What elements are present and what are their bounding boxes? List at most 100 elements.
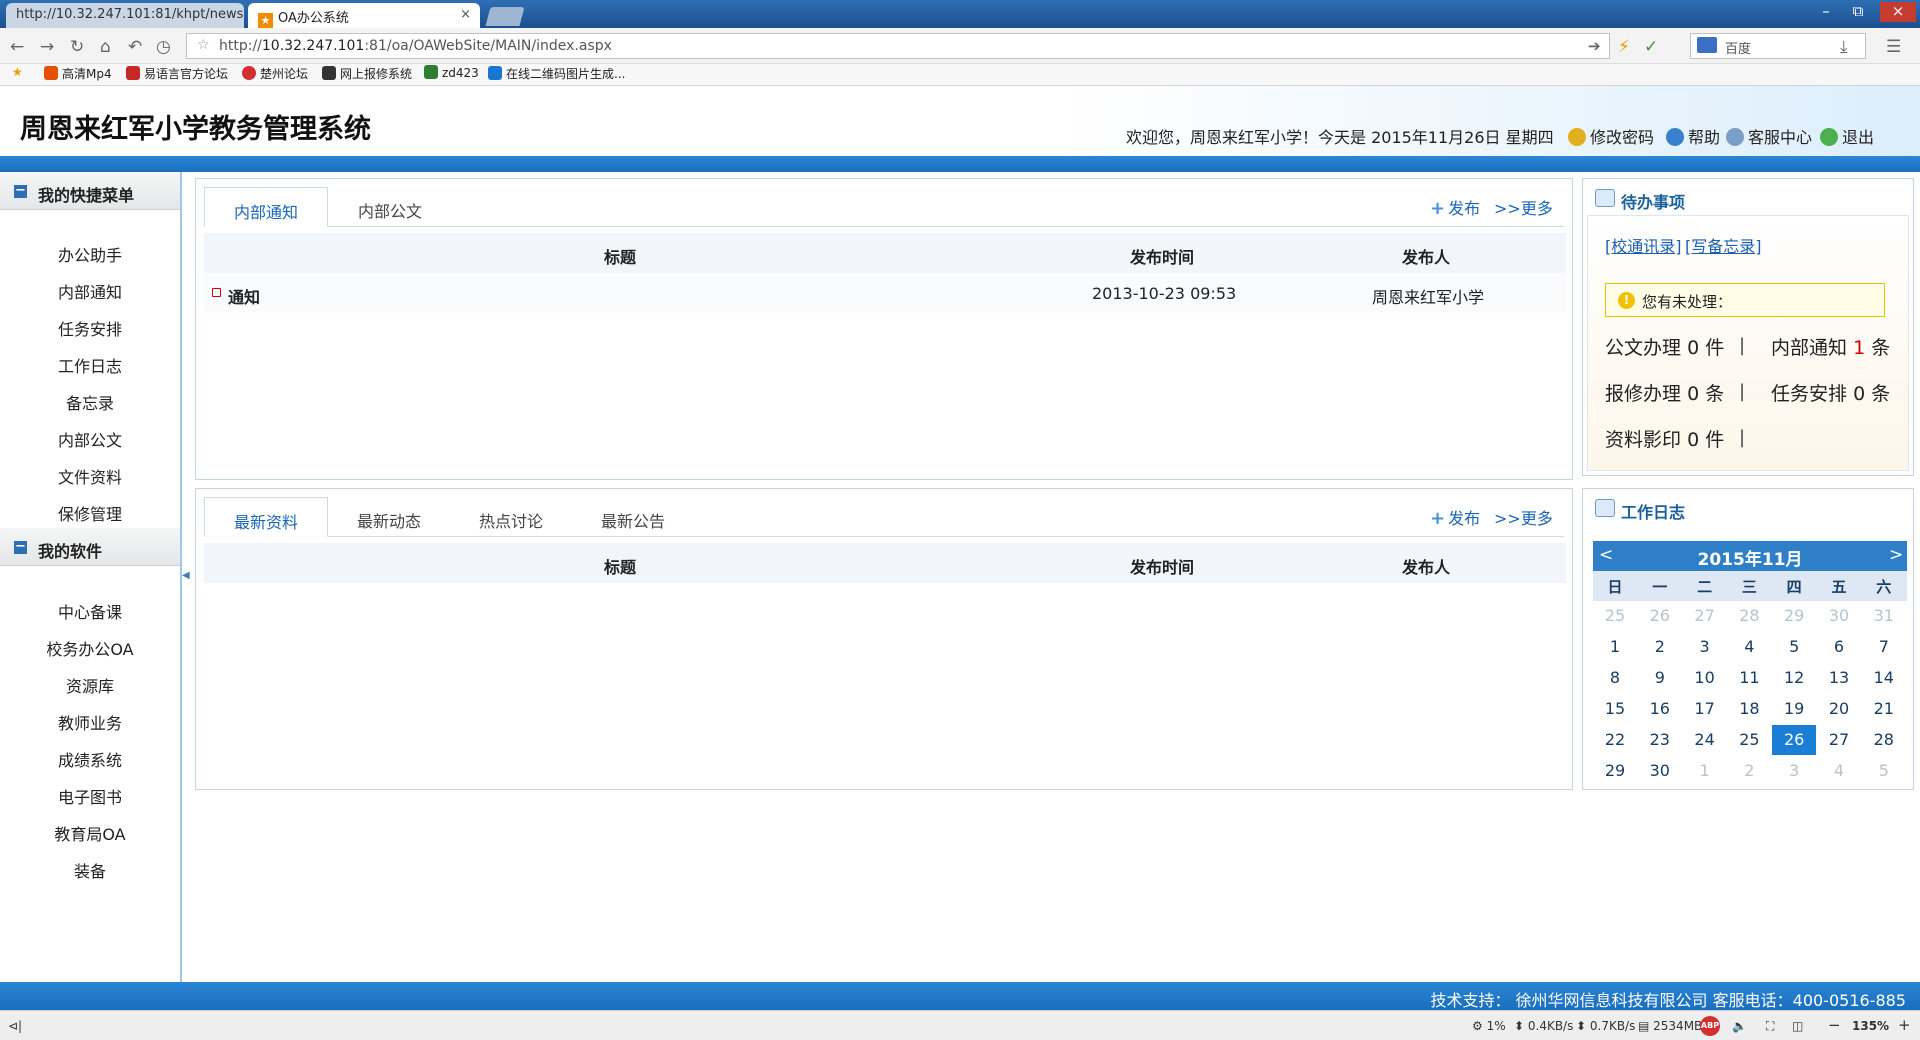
go-icon[interactable]: ➔ xyxy=(1588,37,1601,55)
minimize-icon[interactable]: – xyxy=(1812,2,1840,22)
calendar-day[interactable]: 11 xyxy=(1727,663,1771,693)
back-icon[interactable]: ← xyxy=(10,37,24,57)
my-software-header[interactable]: − 我的软件 xyxy=(0,528,180,566)
calendar-day[interactable]: 29 xyxy=(1593,756,1637,786)
calendar-day[interactable]: 22 xyxy=(1593,725,1637,755)
stat-notice[interactable]: 内部通知 1 条 xyxy=(1771,333,1890,360)
bookmark-item[interactable]: 楚州论坛 xyxy=(242,65,308,82)
calendar-day[interactable]: 5 xyxy=(1862,756,1906,786)
calendar-day[interactable]: 20 xyxy=(1817,694,1861,724)
change-password-link[interactable]: 修改密码 xyxy=(1568,124,1654,148)
calendar-day[interactable]: 28 xyxy=(1727,601,1771,631)
calendar-day[interactable]: 31 xyxy=(1862,601,1906,631)
calendar-day[interactable]: 7 xyxy=(1862,632,1906,662)
tab-latest-news[interactable]: 最新动态 xyxy=(328,497,450,537)
adblock-icon[interactable]: ABP xyxy=(1700,1016,1720,1036)
calendar-day[interactable]: 4 xyxy=(1727,632,1771,662)
calendar-day[interactable]: 24 xyxy=(1683,725,1727,755)
calendar-day[interactable]: 27 xyxy=(1817,725,1861,755)
calendar-day[interactable]: 16 xyxy=(1638,694,1682,724)
quick-menu-item[interactable]: 保修管理 xyxy=(0,501,180,525)
history-icon[interactable]: ◷ xyxy=(156,37,171,57)
browser-tab-2[interactable]: ★ OA办公系统 × xyxy=(248,3,480,28)
publish-button[interactable]: + 发布 xyxy=(1430,505,1480,529)
home-icon[interactable]: ⌂ xyxy=(100,37,111,57)
calendar-day[interactable]: 6 xyxy=(1817,632,1861,662)
calendar-day[interactable]: 1 xyxy=(1683,756,1727,786)
software-item[interactable]: 成绩系统 xyxy=(0,747,180,771)
bookmark-item[interactable]: 在线二维码图片生成... xyxy=(488,65,625,82)
table-row[interactable]: 通知 2013-10-23 09:53 周恩来红军小学 xyxy=(204,273,1566,313)
search-engine-icon[interactable] xyxy=(1697,37,1717,53)
calendar-day[interactable]: 30 xyxy=(1817,601,1861,631)
tab-internal-document[interactable]: 内部公文 xyxy=(328,187,452,227)
url-input[interactable]: ☆ http://10.32.247.101:81/oa/OAWebSite/M… xyxy=(186,33,1610,59)
restore-icon[interactable]: ⧉ xyxy=(1844,2,1872,22)
bookmark-item[interactable]: 高清Mp4 xyxy=(44,65,112,82)
calendar-day[interactable]: 3 xyxy=(1772,756,1816,786)
calendar-day[interactable]: 27 xyxy=(1683,601,1727,631)
calendar-today[interactable]: 26 xyxy=(1772,725,1817,755)
calendar-day[interactable]: 2 xyxy=(1638,632,1682,662)
bookmarks-star-icon[interactable]: ★ xyxy=(12,65,23,79)
calendar-day[interactable]: 3 xyxy=(1683,632,1727,662)
extension-icon[interactable]: ✓ xyxy=(1644,37,1658,57)
more-link[interactable]: >>更多 xyxy=(1494,195,1553,219)
sidebar-toggle-icon[interactable]: ⊲| xyxy=(8,1019,22,1033)
quick-menu-item[interactable]: 备忘录 xyxy=(0,390,180,414)
software-item[interactable]: 教师业务 xyxy=(0,710,180,734)
more-link[interactable]: >>更多 xyxy=(1494,505,1553,529)
bookmark-item[interactable]: zd423 xyxy=(424,65,479,80)
calendar-day[interactable]: 28 xyxy=(1862,725,1906,755)
calendar-day[interactable]: 2 xyxy=(1727,756,1771,786)
bookmark-star-icon[interactable]: ☆ xyxy=(197,37,210,53)
tab-hot-discussion[interactable]: 热点讨论 xyxy=(450,497,572,537)
calendar-day[interactable]: 14 xyxy=(1862,663,1906,693)
forward-icon[interactable]: → xyxy=(40,37,54,57)
stat-document[interactable]: 公文办理 0 件 xyxy=(1605,333,1724,360)
quick-menu-item[interactable]: 文件资料 xyxy=(0,464,180,488)
quick-menu-item[interactable]: 内部公文 xyxy=(0,427,180,451)
software-item[interactable]: 资源库 xyxy=(0,673,180,697)
calendar-next-button[interactable]: > xyxy=(1889,545,1903,565)
quick-menu-item[interactable]: 内部通知 xyxy=(0,279,180,303)
quick-menu-header[interactable]: − 我的快捷菜单 xyxy=(0,172,180,210)
calendar-day[interactable]: 21 xyxy=(1862,694,1906,724)
calendar-day[interactable]: 17 xyxy=(1683,694,1727,724)
calendar-day[interactable]: 25 xyxy=(1727,725,1771,755)
calendar-prev-button[interactable]: < xyxy=(1599,545,1613,565)
school-contacts-link[interactable]: [校通讯录] xyxy=(1605,233,1682,257)
calendar-day[interactable]: 29 xyxy=(1772,601,1816,631)
calendar-day[interactable]: 23 xyxy=(1638,725,1682,755)
quick-menu-item[interactable]: 办公助手 xyxy=(0,242,180,266)
calendar-day[interactable]: 5 xyxy=(1772,632,1816,662)
calendar-day[interactable]: 18 xyxy=(1727,694,1771,724)
download-icon[interactable]: ⤓ xyxy=(1840,37,1848,57)
lightning-icon[interactable]: ⚡ xyxy=(1618,37,1630,57)
sidebar-collapse-handle[interactable]: ◀ xyxy=(182,570,190,581)
calendar-day[interactable]: 10 xyxy=(1683,663,1727,693)
browser-tab-1[interactable]: http://10.32.247.101:81/khpt/newsoftli..… xyxy=(6,3,244,28)
calendar-day[interactable]: 25 xyxy=(1593,601,1637,631)
software-item[interactable]: 中心备课 xyxy=(0,599,180,623)
undo-icon[interactable]: ↶ xyxy=(128,37,142,57)
volume-icon[interactable]: 🔈 xyxy=(1732,1019,1747,1033)
quick-menu-item[interactable]: 任务安排 xyxy=(0,316,180,340)
menu-icon[interactable]: ☰ xyxy=(1886,37,1901,57)
quick-menu-item[interactable]: 工作日志 xyxy=(0,353,180,377)
calendar-day[interactable]: 1 xyxy=(1593,632,1637,662)
stat-task[interactable]: 任务安排 0 条 xyxy=(1771,379,1890,406)
software-item[interactable]: 校务办公OA xyxy=(0,636,180,660)
logout-link[interactable]: 退出 xyxy=(1820,124,1874,148)
stat-repair[interactable]: 报修办理 0 条 xyxy=(1605,379,1724,406)
stat-print[interactable]: 资料影印 0 件 xyxy=(1605,425,1724,452)
close-window-icon[interactable]: × xyxy=(1880,2,1916,22)
collapse-icon[interactable]: − xyxy=(14,184,27,198)
tab-latest-announcement[interactable]: 最新公告 xyxy=(572,497,694,537)
zoom-in-button[interactable]: + xyxy=(1898,1016,1911,1034)
collapse-icon[interactable]: − xyxy=(14,540,27,554)
layout-icon[interactable]: ◫ xyxy=(1792,1019,1803,1033)
software-item[interactable]: 电子图书 xyxy=(0,784,180,808)
new-tab-button[interactable] xyxy=(485,7,525,26)
write-memo-link[interactable]: [写备忘录] xyxy=(1685,233,1762,257)
